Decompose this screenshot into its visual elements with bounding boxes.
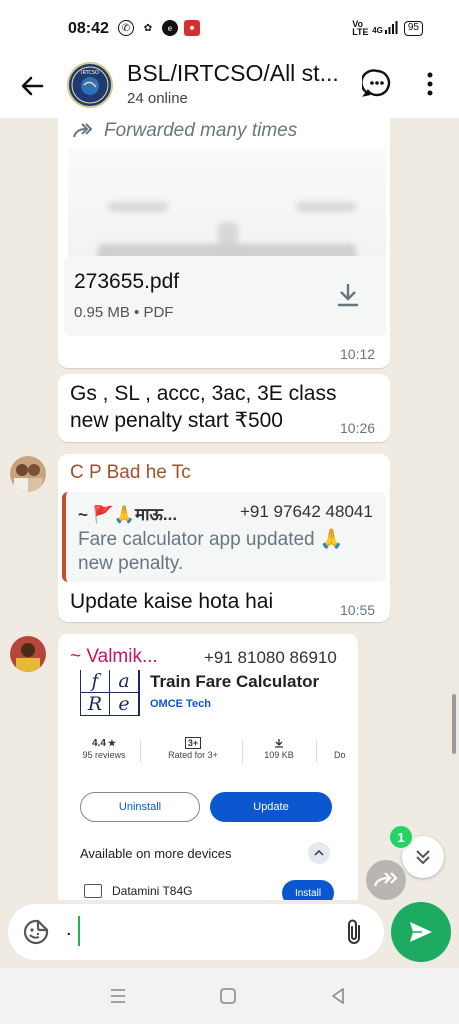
avatar[interactable]	[10, 456, 46, 492]
pdf-filename: 273655.pdf	[74, 270, 180, 293]
whatsapp-icon: ✆	[118, 20, 134, 36]
nav-back-button[interactable]	[326, 984, 350, 1008]
home-icon	[220, 988, 236, 1004]
chat-header: IRTCSO BSL/IRTCSO/All st... 24 online	[0, 56, 459, 118]
rating-value: 4.4	[92, 737, 106, 749]
system-nav-bar	[0, 968, 459, 1024]
uninstall-button[interactable]: Uninstall	[80, 792, 200, 822]
app-preview-card[interactable]: f a R e Train Fare Calculator OMCE Tech …	[64, 664, 356, 900]
quoted-message[interactable]: ~ 🚩🙏माऊ... +91 97642 48041 Fare calculat…	[62, 492, 386, 582]
group-logo-icon: IRTCSO	[71, 66, 109, 104]
downloads-stat: Do	[334, 736, 354, 760]
size-stat: 109 KB	[254, 736, 304, 760]
update-button[interactable]: Update	[210, 792, 332, 822]
sender-name[interactable]: C P Bad he Tc	[70, 462, 191, 484]
forwarded-label: Forwarded many times	[72, 120, 297, 142]
pdf-file-info[interactable]: 273655.pdf 0.95 MB • PDF	[64, 256, 386, 336]
status-time: 08:42	[68, 20, 109, 37]
device-name: Datamini T84G	[112, 884, 193, 898]
age-rating-icon: 3+	[184, 737, 202, 749]
nav-menu-button[interactable]	[106, 984, 130, 1008]
size-label: 109 KB	[264, 750, 294, 760]
app-icon: f a R e	[80, 670, 140, 716]
message-text: Gs , SL , accc, 3ac, 3E class new penalt…	[70, 382, 337, 432]
stat-divider	[316, 740, 317, 762]
more-options-icon[interactable]	[420, 70, 440, 98]
app-notification-icon: ✿	[143, 22, 153, 34]
age-rating-stat: 3+ Rated for 3+	[158, 736, 228, 760]
download-size-icon	[275, 739, 283, 748]
more-devices-label: Available on more devices	[80, 846, 232, 861]
group-title[interactable]: BSL/IRTCSO/All st...	[127, 60, 339, 87]
attachment-icon[interactable]	[342, 918, 366, 946]
downloads-label: Do	[334, 750, 346, 760]
forwarded-icon	[73, 123, 93, 138]
sticker-icon[interactable]	[22, 918, 50, 946]
online-count: 24 online	[127, 90, 188, 107]
quote-phone: +91 97642 48041	[240, 502, 373, 521]
app-developer: OMCE Tech	[150, 698, 211, 710]
app-notification-icon: e	[162, 20, 178, 36]
rating-stat: 4.4 ★ 95 reviews	[78, 736, 130, 761]
group-avatar[interactable]: IRTCSO	[67, 62, 113, 108]
message-composer[interactable]: .	[8, 904, 384, 960]
send-button[interactable]	[391, 902, 451, 962]
app-name: Train Fare Calculator	[150, 672, 320, 691]
volte-indicator: Vo LTE	[352, 19, 369, 37]
status-right: Vo LTE 4G 95	[352, 19, 423, 37]
text-caret	[78, 916, 80, 946]
status-bar: 08:42 ✆ ✿ e ■ Vo LTE 4G 95	[0, 0, 459, 56]
back-triangle-icon	[332, 988, 344, 1004]
forward-button[interactable]	[366, 860, 406, 900]
notification-icons: ✆ ✿ e ■	[118, 20, 200, 36]
message-time: 10:26	[340, 420, 376, 436]
send-icon	[410, 922, 432, 942]
nav-home-button[interactable]	[216, 984, 240, 1008]
signal-icon	[384, 21, 398, 34]
chat-area[interactable]: Forwarded many times 273655.pdf 0.95 MB …	[0, 118, 459, 900]
chevron-up-icon[interactable]	[308, 842, 330, 864]
download-icon[interactable]	[336, 282, 360, 308]
quote-author: ~ 🚩🙏माऊ...	[78, 505, 178, 524]
install-button[interactable]: Install	[282, 880, 334, 900]
reviews-count: 95 reviews	[82, 750, 126, 760]
message-text: Update kaise hota hai	[70, 590, 274, 613]
message-time: 10:55	[340, 602, 376, 618]
network-type: 4G	[372, 26, 383, 35]
stat-divider	[242, 740, 243, 762]
device-icon	[84, 884, 102, 898]
avatar[interactable]	[10, 636, 46, 672]
back-arrow-icon[interactable]	[18, 72, 46, 100]
quote-text: Fare calculator app updated 🙏 new penalt…	[78, 529, 344, 574]
stat-divider	[140, 740, 141, 762]
unread-badge: 1	[388, 824, 414, 850]
scrollbar[interactable]	[452, 694, 456, 754]
svg-text:IRTCSO: IRTCSO	[81, 70, 99, 76]
community-chat-icon[interactable]	[362, 68, 392, 98]
message-time: 10:12	[340, 346, 376, 362]
message-input[interactable]: .	[66, 918, 72, 941]
age-rating-label: Rated for 3+	[168, 750, 218, 760]
star-icon: ★	[107, 737, 116, 748]
double-chevron-down-icon	[416, 850, 430, 865]
network-indicator: 4G	[372, 21, 398, 35]
battery-icon: 95	[403, 20, 423, 36]
forward-icon	[373, 872, 398, 887]
pdf-meta: 0.95 MB • PDF	[74, 304, 174, 321]
forwarded-text: Forwarded many times	[104, 120, 298, 141]
menu-icon	[111, 989, 125, 1003]
app-notification-icon: ■	[184, 20, 200, 36]
